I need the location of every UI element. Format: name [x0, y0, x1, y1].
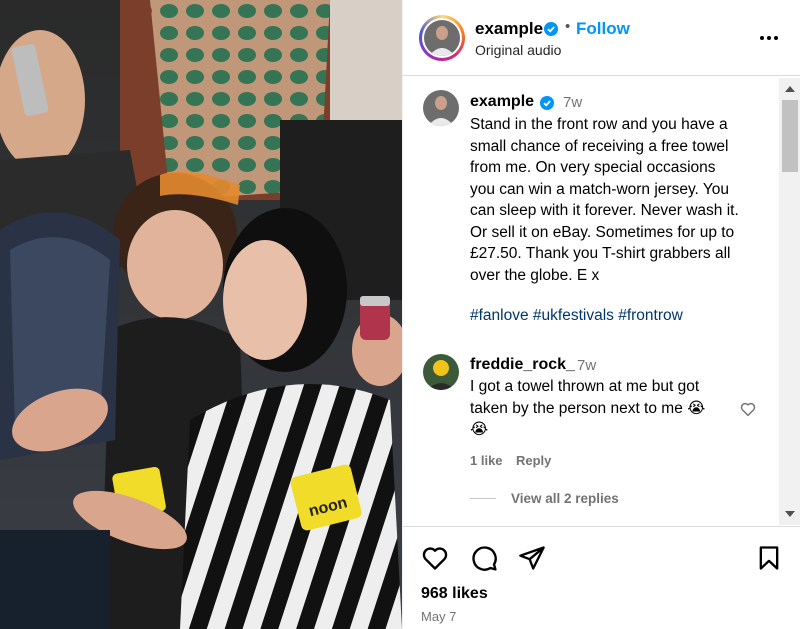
more-horizontal-icon[interactable]: [757, 28, 781, 48]
reply-button[interactable]: Reply: [516, 453, 551, 468]
commenter-username[interactable]: freddie_rock_: [470, 356, 575, 374]
view-replies-button[interactable]: View all 2 replies: [511, 491, 619, 506]
heart-icon[interactable]: [421, 544, 449, 572]
hashtag-link[interactable]: #frontrow: [618, 307, 683, 324]
post-media[interactable]: noon: [0, 0, 402, 629]
scroll-up-arrow-icon[interactable]: [785, 86, 795, 92]
scrollbar-thumb[interactable]: [782, 100, 798, 172]
avatar-photo: [424, 20, 460, 56]
comment-icon[interactable]: [470, 544, 498, 572]
caption-text: Stand in the front row and you have a sm…: [470, 116, 739, 284]
hashtag-link[interactable]: #ukfestivals: [533, 307, 614, 324]
bookmark-icon[interactable]: [755, 544, 783, 572]
scrollbar[interactable]: [779, 78, 800, 525]
avatar-photo: [423, 90, 459, 126]
commenter-avatar[interactable]: [423, 354, 459, 390]
comment-text: I got a towel thrown at me but got taken…: [470, 378, 706, 438]
avatar-photo: [423, 354, 459, 390]
likes-count[interactable]: 968 likes: [421, 585, 488, 603]
verified-badge-icon: [544, 22, 558, 36]
caption-avatar[interactable]: [423, 90, 459, 126]
scroll-down-arrow-icon[interactable]: [785, 511, 795, 517]
separator-dot: •: [565, 18, 571, 35]
replies-divider: [470, 498, 496, 499]
post-actions: 968 likes May 7: [403, 526, 800, 629]
caption-hashtags: #fanlove #ukfestivals #frontrow: [470, 305, 683, 327]
author-avatar[interactable]: [419, 15, 465, 61]
comment-like-heart-icon[interactable]: [739, 400, 757, 418]
post-details-panel: example • Follow Original audio example …: [402, 0, 800, 629]
post-date[interactable]: May 7: [421, 609, 456, 624]
hashtag-link[interactable]: #fanlove: [470, 307, 529, 324]
comments-scroll-area[interactable]: example 7w Stand in the front row and yo…: [403, 77, 800, 526]
verified-badge-icon: [540, 96, 554, 110]
caption-username[interactable]: example: [470, 93, 534, 111]
concert-crowd-image: noon: [0, 0, 402, 629]
audio-label[interactable]: Original audio: [475, 42, 561, 58]
caption-time[interactable]: 7w: [563, 94, 582, 111]
post-header: example • Follow Original audio: [403, 0, 800, 76]
share-icon[interactable]: [518, 544, 546, 572]
follow-button[interactable]: Follow: [576, 19, 630, 39]
author-username[interactable]: example: [475, 19, 543, 39]
comment-time[interactable]: 7w: [577, 357, 596, 374]
comment-likes-count[interactable]: 1 like: [470, 453, 503, 468]
